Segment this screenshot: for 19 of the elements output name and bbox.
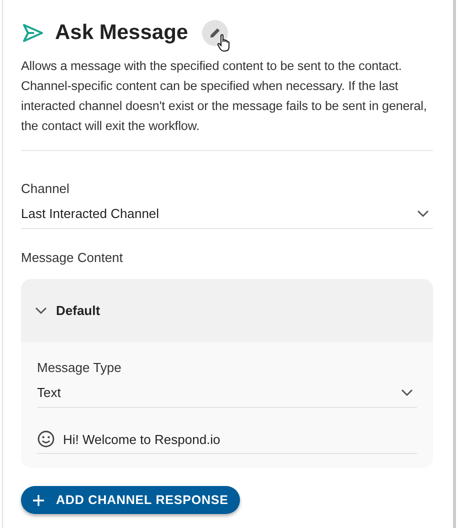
plus-icon <box>33 494 44 506</box>
step-description: Allows a message with the specified content to be sent to the contact. Channel-specific content can be specified when necessary. If the last interacted channel doesn't exist or the message fails to be sent in general, the contact will exit the workflow. <box>21 58 428 135</box>
field-label: Channel <box>21 181 70 196</box>
send-icon <box>21 21 45 45</box>
chevron-icon <box>35 306 47 314</box>
pencil-icon <box>208 26 222 40</box>
edit-button[interactable] <box>202 20 228 46</box>
add-channel-response-button[interactable]: ADD CHANNEL RESPONSE <box>21 486 240 514</box>
chevron-down-icon <box>401 388 413 396</box>
message-input[interactable]: Hi! Welcome to Respond.io <box>63 432 220 446</box>
hand-cursor-icon <box>217 34 231 52</box>
section-header[interactable]: Default <box>21 279 433 342</box>
emoji-icon[interactable] <box>37 430 55 448</box>
step-title: Ask Message <box>55 21 188 45</box>
field-label: Message Content <box>21 250 124 265</box>
field-label: Message Type <box>37 360 122 375</box>
message-type-select[interactable]: Text <box>37 375 417 408</box>
chevron-down-icon <box>417 210 429 218</box>
channel-select[interactable]: Last Interacted Channel <box>21 196 433 229</box>
